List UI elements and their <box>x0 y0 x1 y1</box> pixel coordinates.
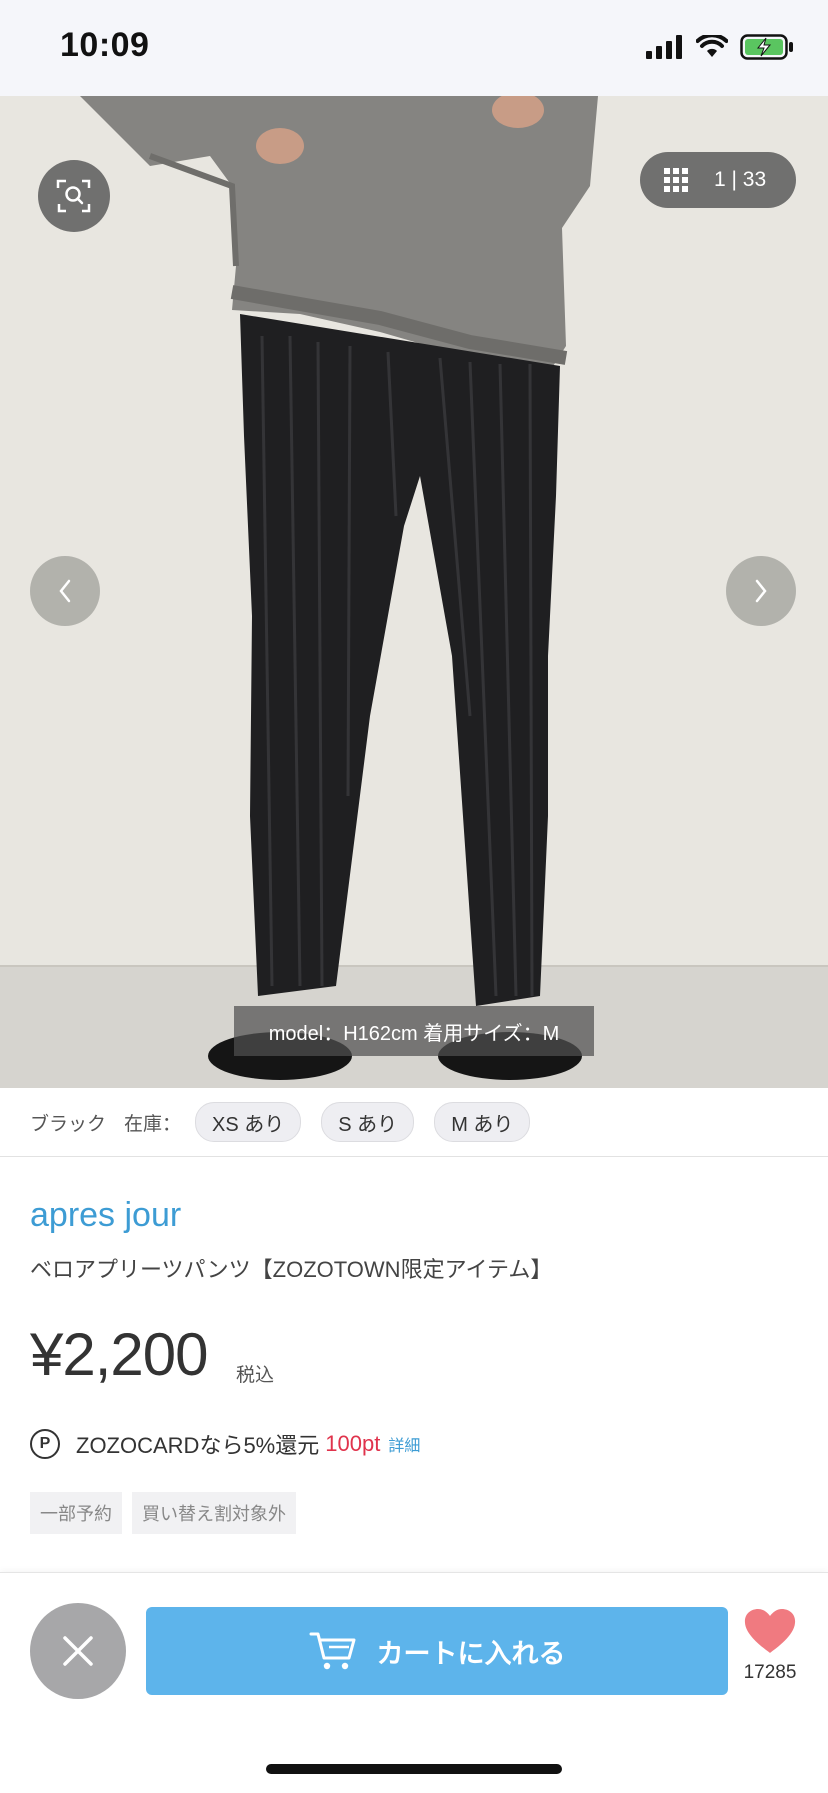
product-name: ベロアプリーツパンツ【ZOZOTOWN限定アイテム】 <box>30 1257 553 1282</box>
chevron-right-icon <box>755 579 767 603</box>
home-indicator <box>266 1764 562 1774</box>
size-chip-m[interactable]: M あり <box>434 1102 531 1142</box>
chevron-left-icon <box>59 579 71 603</box>
wifi-icon <box>696 35 728 57</box>
points-detail-link[interactable]: 詳細 <box>388 1432 420 1456</box>
favorite-button[interactable]: 17285 <box>734 1607 806 1684</box>
tag-partial-reservation: 一部予約 <box>30 1492 122 1534</box>
product-photo <box>0 96 828 1088</box>
zoom-search-icon <box>56 179 91 213</box>
previous-image-button[interactable] <box>30 556 100 626</box>
close-button[interactable] <box>30 1603 126 1699</box>
points-text: ZOZOCARDなら5%還元 <box>76 1433 320 1458</box>
tax-label: 税込 <box>236 1365 275 1386</box>
zoom-button[interactable] <box>38 160 110 232</box>
bottom-action-bar: カートに入れる 17285 <box>0 1572 828 1793</box>
add-to-cart-button[interactable]: カートに入れる <box>146 1607 728 1695</box>
heart-icon <box>744 1609 796 1653</box>
cart-icon <box>309 1632 355 1670</box>
brand-link[interactable]: apres jour <box>30 1196 181 1235</box>
add-to-cart-label: カートに入れる <box>376 1638 566 1669</box>
grid-icon <box>664 168 688 192</box>
size-chip-s[interactable]: S あり <box>321 1102 415 1142</box>
stock-label: 在庫： <box>124 1113 182 1135</box>
stock-row: ブラック 在庫： XS あり S あり M あり <box>0 1088 828 1157</box>
close-icon <box>63 1636 93 1666</box>
status-icons <box>646 34 794 60</box>
status-time: 10:09 <box>60 26 150 64</box>
next-image-button[interactable] <box>726 556 796 626</box>
price: ¥2,200 <box>30 1321 209 1388</box>
points-info: P ZOZOCARDなら5%還元 100pt 詳細 <box>30 1428 420 1460</box>
size-chip-xs[interactable]: XS あり <box>195 1102 302 1142</box>
model-caption: model：H162cm 着用サイズ：M <box>234 1006 594 1056</box>
color-label: ブラック <box>30 1113 107 1135</box>
favorite-count: 17285 <box>743 1662 797 1683</box>
status-bar: 10:09 <box>0 0 828 96</box>
image-counter-text: 1 | 33 <box>714 168 767 191</box>
tag-trade-in-excluded: 買い替え割対象外 <box>132 1492 296 1534</box>
points-value: 100pt <box>325 1431 381 1456</box>
points-icon: P <box>30 1429 60 1459</box>
battery-icon <box>740 34 793 60</box>
image-counter-button[interactable]: 1 | 33 <box>640 152 796 208</box>
signal-icon <box>646 35 682 59</box>
product-image-gallery[interactable]: 1 | 33 model：H162cm 着用サイズ：M <box>0 96 828 1088</box>
tag-list: 一部予約 買い替え割対象外 <box>30 1492 296 1534</box>
